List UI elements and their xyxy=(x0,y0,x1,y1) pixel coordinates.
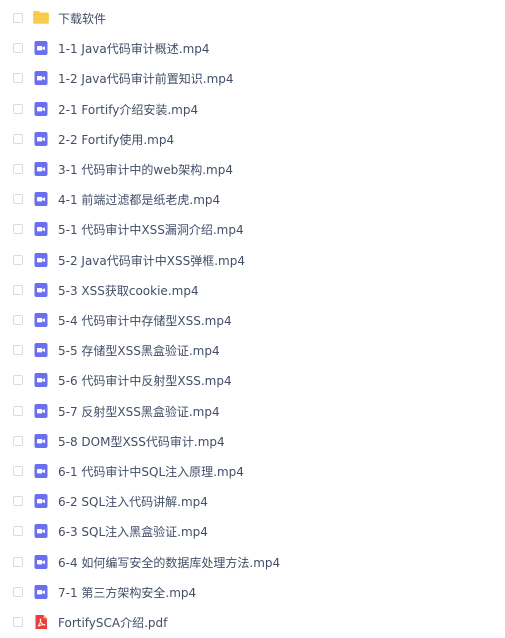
video-file-icon xyxy=(34,524,48,539)
file-name[interactable]: 5-6 代码审计中反射型XSS.mp4 xyxy=(58,372,232,389)
video-file-icon xyxy=(34,554,48,569)
row-checkbox[interactable] xyxy=(13,375,23,386)
file-name[interactable]: 1-1 Java代码审计概述.mp4 xyxy=(58,40,210,57)
video-file-icon xyxy=(34,222,48,237)
file-row[interactable]: 7-1 第三方架构安全.mp4 xyxy=(0,577,505,607)
file-list: 下载软件 1-1 Java代码审计概述.mp4 1-2 Java代码审计前置知识.m… xyxy=(0,0,505,638)
video-file-icon xyxy=(34,373,48,388)
pdf-file-icon xyxy=(35,615,47,629)
video-file-icon xyxy=(34,403,48,418)
file-row[interactable]: 5-2 Java代码审计中XSS弹框.mp4 xyxy=(0,245,505,275)
video-file-icon xyxy=(34,343,48,358)
video-file-icon xyxy=(34,494,48,509)
video-file-icon xyxy=(34,162,48,176)
file-row[interactable]: 3-1 代码审计中的web架构.mp4 xyxy=(0,154,505,184)
row-checkbox[interactable] xyxy=(13,586,23,597)
row-checkbox[interactable] xyxy=(13,466,23,476)
row-checkbox[interactable] xyxy=(13,43,23,54)
row-checkbox[interactable] xyxy=(13,13,23,23)
file-row[interactable]: 5-7 反射型XSS黑盒验证.mp4 xyxy=(0,396,505,426)
file-row[interactable]: 2-1 Fortify介绍安装.mp4 xyxy=(0,94,505,124)
row-checkbox[interactable] xyxy=(13,345,23,356)
row-checkbox[interactable] xyxy=(13,617,23,627)
file-name[interactable]: 3-1 代码审计中的web架构.mp4 xyxy=(58,161,233,178)
file-name[interactable]: 1-2 Java代码审计前置知识.mp4 xyxy=(58,70,234,87)
row-checkbox[interactable] xyxy=(13,496,23,507)
file-row[interactable]: 4-1 前端过滤都是纸老虎.mp4 xyxy=(0,184,505,214)
file-row[interactable]: FortifySCA介绍.pdf xyxy=(0,607,505,637)
row-checkbox[interactable] xyxy=(13,526,23,537)
video-file-icon xyxy=(34,41,48,56)
file-name[interactable]: 6-3 SQL注入黑盒验证.mp4 xyxy=(58,523,208,540)
video-file-icon xyxy=(34,282,48,297)
row-checkbox[interactable] xyxy=(13,164,23,174)
file-name[interactable]: 5-2 Java代码审计中XSS弹框.mp4 xyxy=(58,252,245,269)
folder-icon xyxy=(33,10,49,24)
file-row[interactable]: 2-2 Fortify使用.mp4 xyxy=(0,124,505,154)
row-checkbox[interactable] xyxy=(13,194,23,205)
video-file-icon xyxy=(34,192,48,207)
file-name[interactable]: 6-1 代码审计中SQL注入原理.mp4 xyxy=(58,463,244,480)
file-row[interactable]: 5-8 DOM型XSS代码审计.mp4 xyxy=(0,426,505,456)
row-checkbox[interactable] xyxy=(13,133,23,144)
file-name[interactable]: 6-2 SQL注入代码讲解.mp4 xyxy=(58,493,208,510)
video-file-icon xyxy=(34,131,48,146)
row-checkbox[interactable] xyxy=(13,315,23,325)
file-row[interactable]: 下载软件 xyxy=(0,3,505,33)
file-row[interactable]: 6-3 SQL注入黑盒验证.mp4 xyxy=(0,516,505,546)
file-row[interactable]: 1-1 Java代码审计概述.mp4 xyxy=(0,33,505,63)
file-name[interactable]: 2-2 Fortify使用.mp4 xyxy=(58,131,174,148)
file-name[interactable]: 5-5 存储型XSS黑盒验证.mp4 xyxy=(58,342,220,359)
video-file-icon xyxy=(34,464,48,478)
file-name[interactable]: 下载软件 xyxy=(58,10,106,27)
row-checkbox[interactable] xyxy=(13,103,23,114)
file-row[interactable]: 6-2 SQL注入代码讲解.mp4 xyxy=(0,486,505,516)
row-checkbox[interactable] xyxy=(13,73,23,84)
row-checkbox[interactable] xyxy=(13,405,23,416)
file-row[interactable]: 5-6 代码审计中反射型XSS.mp4 xyxy=(0,365,505,395)
video-file-icon xyxy=(34,433,48,448)
file-row[interactable]: 6-1 代码审计中SQL注入原理.mp4 xyxy=(0,456,505,486)
file-row[interactable]: 5-1 代码审计中XSS漏洞介绍.mp4 xyxy=(0,214,505,244)
file-name[interactable]: 2-1 Fortify介绍安装.mp4 xyxy=(58,101,198,118)
file-name[interactable]: 5-8 DOM型XSS代码审计.mp4 xyxy=(58,433,225,450)
file-row[interactable]: 6-4 如何编写安全的数据库处理方法.mp4 xyxy=(0,547,505,577)
video-file-icon xyxy=(34,252,48,267)
file-name[interactable]: 6-4 如何编写安全的数据库处理方法.mp4 xyxy=(58,554,280,571)
video-file-icon xyxy=(34,584,48,599)
file-name[interactable]: 5-1 代码审计中XSS漏洞介绍.mp4 xyxy=(58,221,244,238)
file-row[interactable]: 1-2 Java代码审计前置知识.mp4 xyxy=(0,63,505,93)
file-row[interactable]: 5-4 代码审计中存储型XSS.mp4 xyxy=(0,305,505,335)
row-checkbox[interactable] xyxy=(13,284,23,295)
file-name[interactable]: 4-1 前端过滤都是纸老虎.mp4 xyxy=(58,191,220,208)
video-file-icon xyxy=(34,101,48,116)
file-name[interactable]: 5-3 XSS获取cookie.mp4 xyxy=(58,282,199,299)
row-checkbox[interactable] xyxy=(13,556,23,567)
row-checkbox[interactable] xyxy=(13,254,23,265)
row-checkbox[interactable] xyxy=(13,435,23,446)
video-file-icon xyxy=(34,71,48,86)
file-name[interactable]: 7-1 第三方架构安全.mp4 xyxy=(58,584,196,601)
file-row[interactable]: 5-3 XSS获取cookie.mp4 xyxy=(0,275,505,305)
video-file-icon xyxy=(34,313,48,327)
file-name[interactable]: 5-7 反射型XSS黑盒验证.mp4 xyxy=(58,403,220,420)
row-checkbox[interactable] xyxy=(13,224,23,235)
file-name[interactable]: FortifySCA介绍.pdf xyxy=(58,614,167,631)
file-row[interactable]: 5-5 存储型XSS黑盒验证.mp4 xyxy=(0,335,505,365)
file-name[interactable]: 5-4 代码审计中存储型XSS.mp4 xyxy=(58,312,232,329)
